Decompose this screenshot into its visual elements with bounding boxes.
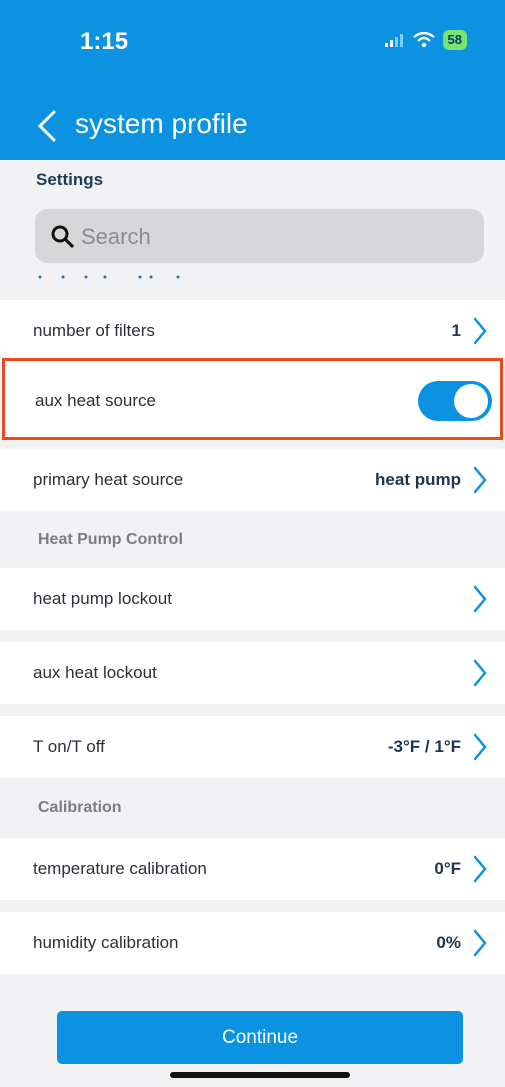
search-bar[interactable] [35,209,484,263]
chevron-right-icon [473,466,487,494]
battery-icon: 58 [442,30,467,50]
app-header: 1:15 58 system profile [0,0,505,160]
back-chevron-icon[interactable] [32,106,62,146]
row-label: aux heat lockout [33,663,157,682]
row-number-of-filters[interactable]: number of filters 1 [0,300,505,362]
chevron-right-icon [473,855,487,883]
chevron-right-icon [473,585,487,613]
aux-heat-toggle[interactable] [418,381,492,421]
row-label: heat pump lockout [33,589,172,608]
section-calibration: Calibration [38,799,122,816]
row-aux-heat-lockout[interactable]: aux heat lockout [0,642,505,704]
status-time: 1:15 [80,28,129,55]
status-icons: 58 [384,30,467,50]
row-label: aux heat source [35,391,156,410]
scroll-indicator-dots [38,275,180,279]
row-label: number of filters [33,321,155,340]
row-value: heat pump [375,470,461,489]
wifi-icon [412,32,435,48]
row-t-on-off[interactable]: T on/T off -3°F / 1°F [0,716,505,778]
row-temperature-calibration[interactable]: temperature calibration 0°F [0,838,505,900]
search-icon [51,225,74,248]
continue-button[interactable]: Continue [57,1011,463,1064]
chevron-right-icon [473,317,487,345]
row-aux-heat-source: aux heat source [2,358,503,440]
row-label: primary heat source [33,470,184,489]
chevron-right-icon [473,659,487,687]
chevron-right-icon [473,929,487,957]
row-value: 1 [451,321,461,340]
search-input[interactable] [79,219,463,255]
chevron-right-icon [473,733,487,761]
row-label: temperature calibration [33,859,207,878]
settings-label: Settings [36,170,104,189]
row-value: 0°F [434,859,461,878]
row-value: 0% [436,933,461,952]
row-value: -3°F / 1°F [387,737,461,756]
home-indicator [170,1072,350,1078]
section-heat-pump-control: Heat Pump Control [38,531,183,548]
toggle-knob [454,384,488,418]
signal-icon [384,34,403,47]
row-humidity-calibration[interactable]: humidity calibration 0% [0,912,505,974]
nav-bar: system profile [0,100,505,150]
row-label: T on/T off [33,737,105,756]
row-primary-heat-source[interactable]: primary heat source heat pump [0,449,505,511]
page-title: system profile [75,108,248,139]
row-heat-pump-lockout[interactable]: heat pump lockout [0,568,505,630]
row-label: humidity calibration [33,933,179,952]
